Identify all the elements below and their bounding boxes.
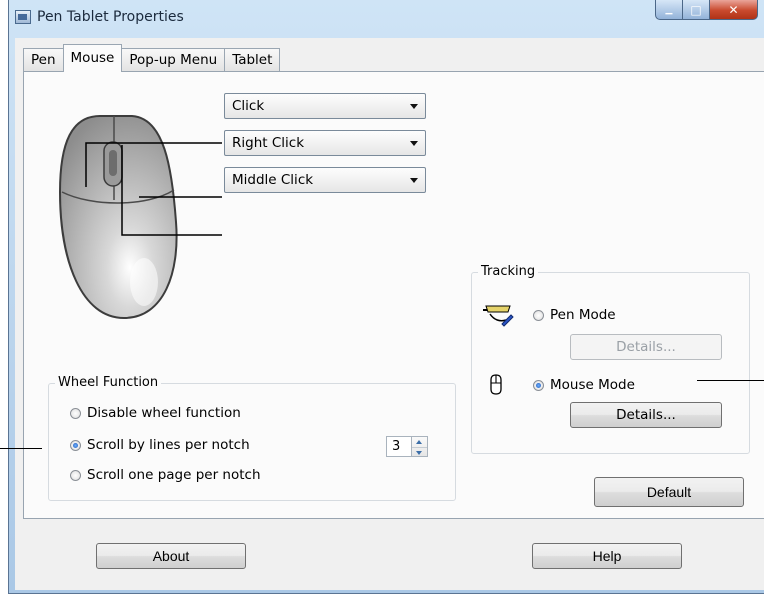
tab-pen[interactable]: Pen: [23, 48, 64, 72]
chevron-down-icon: [410, 104, 418, 109]
radio-mouse-mode[interactable]: Mouse Mode: [533, 377, 635, 393]
pen-mode-details-button[interactable]: Details...: [570, 334, 722, 360]
mouse-icon: [490, 374, 502, 395]
radio-button[interactable]: [70, 469, 81, 481]
right-button-value: Right Click: [232, 135, 305, 151]
left-button-select[interactable]: Click: [224, 93, 426, 119]
callout-line-right: [697, 380, 764, 381]
chevron-down-icon: [410, 141, 418, 146]
dialog-window: Pen Tablet Properties ▁ □ ✕ Pen Mouse Po…: [8, 0, 764, 594]
tab-popup-menu[interactable]: Pop-up Menu: [121, 48, 226, 72]
chevron-down-icon: [410, 178, 418, 183]
radio-button[interactable]: [70, 407, 81, 419]
middle-button-select[interactable]: Middle Click: [224, 167, 426, 193]
lines-per-notch-input[interactable]: 3: [386, 436, 412, 457]
spin-down-icon[interactable]: [412, 446, 427, 457]
pen-icon: [483, 305, 514, 327]
radio-scroll-lines[interactable]: Scroll by lines per notch: [70, 437, 250, 453]
tab-mouse[interactable]: Mouse: [62, 44, 123, 72]
wheel-function-title: Wheel Function: [55, 375, 162, 390]
tab-tablet[interactable]: Tablet: [224, 48, 281, 72]
minimize-icon: ▁: [665, 4, 673, 15]
default-button[interactable]: Default: [594, 477, 744, 507]
app-icon: [15, 10, 31, 24]
mouse-tab-panel: Click Right Click Middle Click Wheel Fun…: [23, 71, 764, 519]
maximize-button[interactable]: □: [683, 0, 710, 20]
radio-label: Scroll by lines per notch: [87, 437, 250, 453]
window-title: Pen Tablet Properties: [37, 9, 184, 25]
lines-per-notch-stepper[interactable]: [412, 436, 428, 457]
mouse-mode-details-button[interactable]: Details...: [570, 402, 722, 428]
about-button[interactable]: About: [96, 543, 246, 569]
radio-label: Mouse Mode: [550, 377, 635, 393]
help-button[interactable]: Help: [532, 543, 682, 569]
radio-label: Pen Mode: [550, 307, 616, 323]
title-bar[interactable]: Pen Tablet Properties ▁ □ ✕: [9, 0, 764, 36]
radio-disable-wheel[interactable]: Disable wheel function: [70, 405, 241, 421]
left-button-value: Click: [232, 98, 265, 114]
radio-button[interactable]: [533, 379, 544, 391]
tracking-title: Tracking: [478, 264, 539, 279]
middle-button-value: Middle Click: [232, 172, 314, 188]
maximize-icon: □: [690, 2, 702, 17]
radio-scroll-page[interactable]: Scroll one page per notch: [70, 467, 261, 483]
tab-strip: Pen Mouse Pop-up Menu Tablet: [23, 44, 281, 72]
radio-label: Scroll one page per notch: [87, 467, 261, 483]
close-icon: ✕: [728, 2, 739, 17]
radio-pen-mode[interactable]: Pen Mode: [533, 307, 616, 323]
radio-button[interactable]: [70, 439, 81, 451]
client-area: Pen Mouse Pop-up Menu Tablet Click Right…: [15, 38, 764, 590]
callout-line-left: [0, 448, 42, 449]
radio-button[interactable]: [533, 309, 544, 321]
radio-label: Disable wheel function: [87, 405, 241, 421]
spin-up-icon[interactable]: [412, 437, 427, 447]
right-button-select[interactable]: Right Click: [224, 130, 426, 156]
close-button[interactable]: ✕: [710, 0, 758, 20]
minimize-button[interactable]: ▁: [655, 0, 683, 20]
